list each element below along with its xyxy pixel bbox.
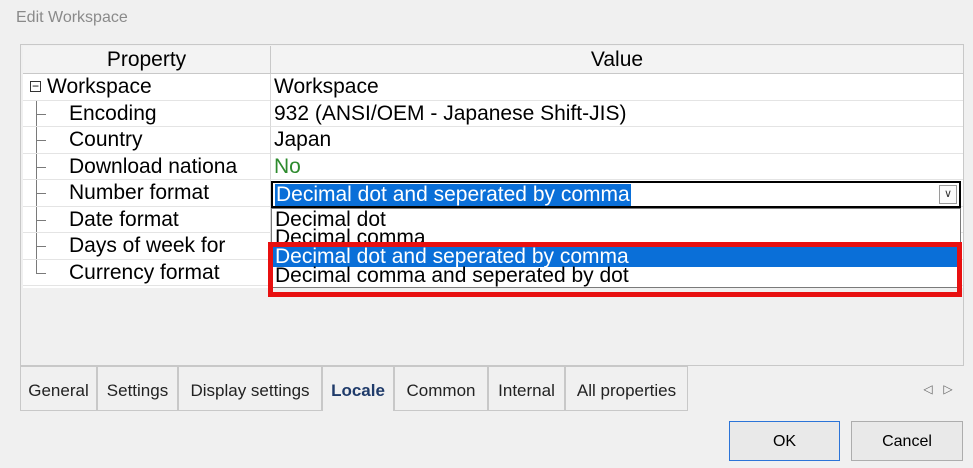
property-label: Number format (69, 181, 210, 204)
property-name-cell: Currency format (23, 259, 271, 286)
property-label: Currency format (69, 260, 220, 284)
property-row-download-national[interactable]: Download nationa No (23, 153, 963, 180)
tab-settings[interactable]: Settings (97, 366, 178, 411)
workspace-group-value[interactable]: Workspace (271, 74, 963, 101)
property-name-cell: Download nationa (23, 153, 271, 180)
tab-bar: General Settings Display settings Locale… (20, 366, 710, 411)
number-format-dropdown-list: Decimal dot Decimal comma Decimal dot an… (271, 208, 961, 288)
property-name-cell: Days of week for (23, 233, 271, 260)
tree-connector (36, 127, 46, 153)
workspace-group-label-cell: − Workspace (23, 74, 271, 101)
value-column-header[interactable]: Value (271, 46, 963, 74)
number-format-selected-text[interactable]: Decimal dot and seperated by comma (275, 184, 631, 206)
property-label: Country (69, 128, 143, 151)
property-label: Download nationa (69, 154, 238, 178)
property-value-download-national[interactable]: No (271, 154, 963, 180)
property-row-encoding[interactable]: Encoding 932 (ANSI/OEM - Japanese Shift-… (23, 100, 963, 127)
property-name-cell: Country (23, 127, 271, 154)
tree-connector (36, 153, 46, 179)
window-title: Edit Workspace (16, 9, 128, 26)
tab-all-properties[interactable]: All properties (565, 366, 688, 411)
ok-button[interactable]: OK (729, 421, 840, 461)
dropdown-option-decimal-dot[interactable]: Decimal dot (272, 209, 960, 230)
property-value-encoding[interactable]: 932 (ANSI/OEM - Japanese Shift-JIS) (271, 101, 963, 127)
number-format-combobox[interactable]: Decimal dot and seperated by comma ∨ (271, 181, 961, 208)
tab-display-settings[interactable]: Display settings (178, 366, 322, 411)
tree-connector (36, 259, 46, 274)
collapse-icon[interactable]: − (30, 80, 41, 92)
tree-connector (36, 180, 46, 206)
workspace-group-row[interactable]: − Workspace Workspace (23, 74, 963, 101)
tab-general[interactable]: General (20, 366, 97, 411)
tab-internal[interactable]: Internal (488, 366, 565, 411)
workspace-group-label: Workspace (47, 75, 152, 98)
tree-connector (36, 206, 46, 232)
property-value-country[interactable]: Japan (271, 127, 963, 154)
chevron-down-icon[interactable]: ∨ (939, 185, 957, 204)
cancel-button[interactable]: Cancel (851, 421, 963, 461)
tab-locale[interactable]: Locale (322, 366, 394, 411)
property-name-cell: Number format (23, 180, 271, 207)
property-label: Date format (69, 207, 179, 231)
scroll-right-icon[interactable]: ▷ (938, 382, 958, 396)
property-label: Days of week for (69, 234, 226, 257)
property-name-cell: Encoding (23, 100, 271, 127)
scroll-left-icon[interactable]: ◁ (918, 382, 938, 396)
property-row-country[interactable]: Country Japan (23, 127, 963, 154)
dropdown-option-decimal-comma[interactable]: Decimal comma (272, 228, 960, 242)
tree-connector (36, 233, 46, 259)
tree-connector (36, 100, 46, 126)
property-name-cell: Date format (23, 206, 271, 233)
property-column-header[interactable]: Property (23, 46, 271, 74)
dropdown-option-decimal-comma-seperated-by-dot[interactable]: Decimal comma and seperated by dot (272, 265, 960, 286)
property-label: Encoding (69, 101, 157, 125)
tab-scroll-controls: ◁ ▷ (918, 382, 958, 396)
tab-common[interactable]: Common (394, 366, 488, 411)
